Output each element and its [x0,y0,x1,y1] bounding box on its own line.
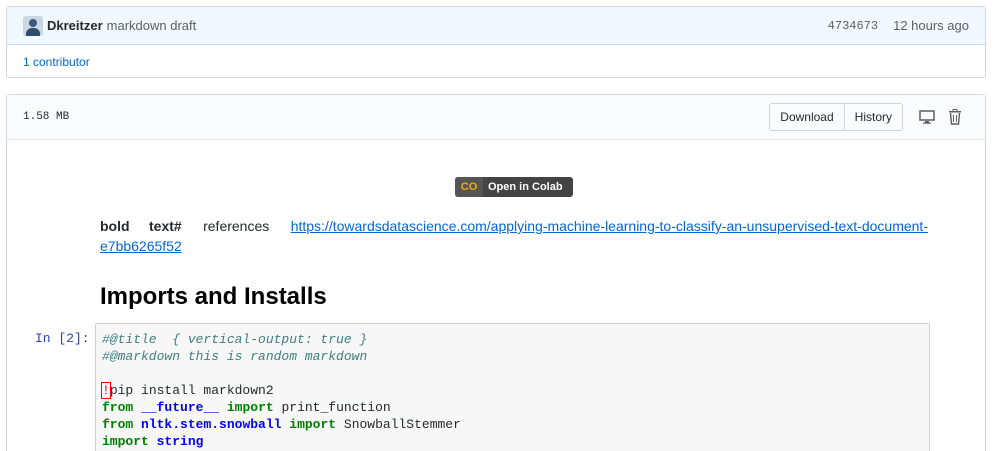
references-text: references [203,218,270,234]
code-line-pip: !pip install markdown2 [101,382,274,399]
section-heading: Imports and Installs [100,283,327,310]
reference-link-cont[interactable]: e7bb6265f52 [100,238,182,254]
file-viewer: 1.58 MB Download History CO Open in Cola… [6,94,986,451]
text-hash: text# [149,218,182,234]
commit-message[interactable]: markdown draft [107,18,197,33]
desktop-icon[interactable] [913,103,941,131]
trash-icon[interactable] [941,103,969,131]
colab-logo-icon: CO [455,177,483,197]
code-line-string: import string [102,434,204,449]
colab-badge-label: Open in Colab [488,181,563,193]
commit-header: Dkreitzer markdown draft 4734673 12 hour… [7,7,985,45]
open-in-colab-badge[interactable]: CO Open in Colab [455,177,573,197]
commit-author[interactable]: Dkreitzer [47,18,103,33]
history-button[interactable]: History [843,103,903,131]
avatar[interactable] [23,15,43,36]
code-line-title: #@title { vertical-output: true } [102,332,368,347]
bold-text: bold [100,218,130,234]
file-size: 1.58 MB [23,111,70,123]
commit-age: 12 hours ago [893,18,969,33]
code-line-nltk: from nltk.stem.snowball import SnowballS… [102,417,461,432]
commit-info-box: Dkreitzer markdown draft 4734673 12 hour… [6,6,986,78]
reference-link[interactable]: https://towardsdatascience.com/applying-… [291,216,928,236]
code-cell[interactable]: #@title { vertical-output: true } #@mark… [95,323,930,451]
cell-prompt: In [2]: [35,331,90,346]
code-line-future: from __future__ import print_function [102,400,391,415]
bang-marker: ! [101,382,111,399]
code-line-markdown: #@markdown this is random markdown [102,349,368,364]
file-header: 1.58 MB Download History [7,95,985,140]
contributors-link[interactable]: 1 contributor [23,55,90,69]
download-button[interactable]: Download [769,103,845,131]
markdown-paragraph: bold text# references https://towardsdat… [100,216,928,256]
commit-sha[interactable]: 4734673 [828,19,878,33]
